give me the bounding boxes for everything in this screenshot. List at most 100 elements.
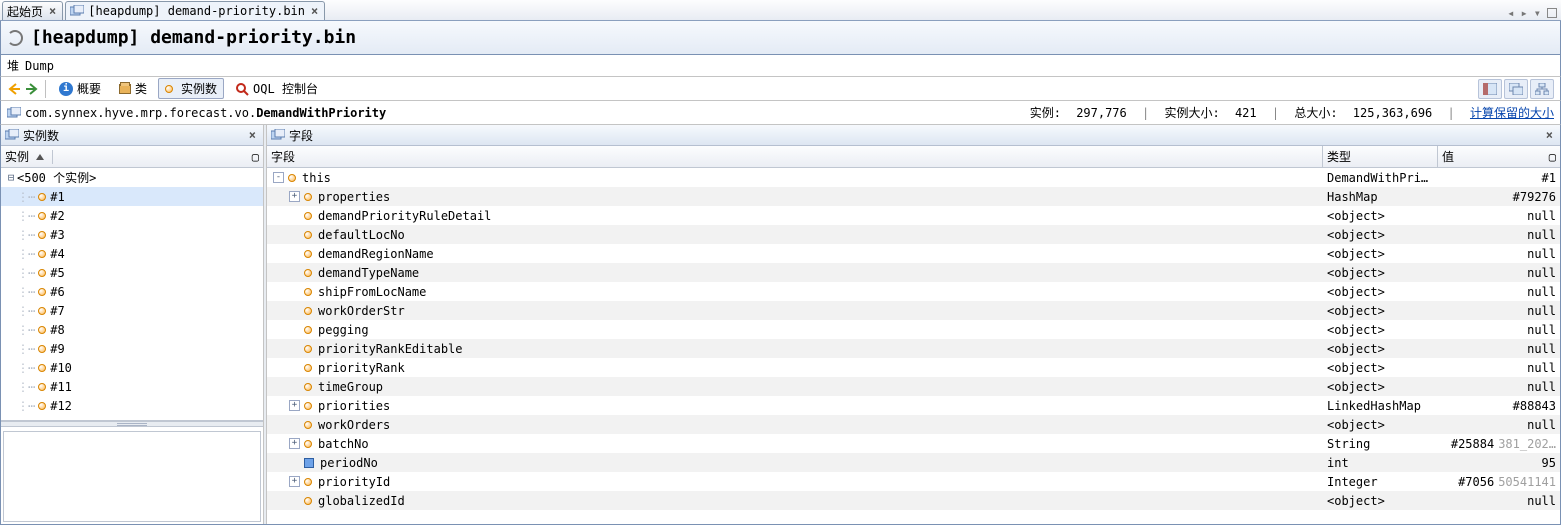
field-row[interactable]: +priorityIdInteger#705650541141 [267, 472, 1560, 491]
field-row[interactable]: shipFromLocName<object>null [267, 282, 1560, 301]
tab-max-icon[interactable] [1547, 8, 1557, 18]
instance-icon [38, 212, 46, 220]
tab-start-label: 起始页 [7, 3, 43, 20]
field-value: null [1438, 247, 1560, 261]
close-icon[interactable]: × [309, 4, 320, 18]
instance-label: #4 [50, 247, 64, 261]
field-row[interactable]: +propertiesHashMap#79276 [267, 187, 1560, 206]
separator: | [1272, 106, 1279, 120]
field-value: null [1438, 323, 1560, 337]
close-icon[interactable]: × [47, 4, 58, 18]
forward-icon[interactable] [25, 82, 39, 96]
instance-row[interactable]: ⋮⋯#9 [1, 339, 263, 358]
back-icon[interactable] [7, 82, 21, 96]
object-icon [304, 326, 312, 334]
field-name: workOrderStr [318, 304, 405, 318]
object-icon [304, 497, 312, 505]
class-name: DemandWithPriority [256, 106, 386, 120]
nav-classes[interactable]: 类 [112, 78, 154, 99]
instance-row[interactable]: ⋮⋯#6 [1, 282, 263, 301]
view-btn-3[interactable] [1530, 79, 1554, 99]
nav-instances[interactable]: 实例数 [158, 78, 224, 99]
horizontal-splitter[interactable] [1, 421, 263, 427]
column-menu-icon[interactable]: ▢ [252, 150, 259, 164]
panel-icon [271, 129, 283, 141]
expand-icon[interactable]: + [289, 191, 300, 202]
search-icon [235, 82, 249, 96]
tab-heapdump[interactable]: [heapdump] demand-priority.bin × [65, 1, 325, 20]
field-row[interactable]: priorityRankEditable<object>null [267, 339, 1560, 358]
field-name: pegging [318, 323, 369, 337]
instances-tree[interactable]: ⊟ <500 个实例> ⋮⋯#1⋮⋯#2⋮⋯#3⋮⋯#4⋮⋯#5⋮⋯#6⋮⋯#7… [1, 168, 263, 421]
instances-column-header[interactable]: 实例 ▢ [1, 146, 263, 168]
instance-row[interactable]: ⋮⋯#2 [1, 206, 263, 225]
field-type: <object> [1323, 342, 1438, 356]
heap-label[interactable]: 堆 [7, 57, 19, 74]
field-row[interactable]: demandRegionName<object>null [267, 244, 1560, 263]
tree-root-label: <500 个实例> [17, 169, 96, 186]
tab-start[interactable]: 起始页 × [2, 1, 63, 20]
field-type: <object> [1323, 380, 1438, 394]
view-btn-2[interactable] [1504, 79, 1528, 99]
class-icon [7, 107, 19, 119]
field-row[interactable]: workOrderStr<object>null [267, 301, 1560, 320]
field-name: defaultLocNo [318, 228, 405, 242]
instance-icon [165, 82, 177, 96]
nav-oql[interactable]: OQL 控制台 [228, 78, 325, 99]
col-head-field[interactable]: 字段 [267, 146, 1323, 167]
instance-row[interactable]: ⋮⋯#7 [1, 301, 263, 320]
field-row[interactable]: workOrders<object>null [267, 415, 1560, 434]
expand-icon[interactable]: + [289, 400, 300, 411]
field-row[interactable]: priorityRank<object>null [267, 358, 1560, 377]
field-name: properties [318, 190, 390, 204]
nav-summary[interactable]: i 概要 [52, 78, 108, 99]
instance-row[interactable]: ⋮⋯#10 [1, 358, 263, 377]
tab-next-icon[interactable]: ▸ [1518, 6, 1531, 20]
collapse-icon[interactable]: - [273, 172, 284, 183]
field-row[interactable]: -thisDemandWithPriority#1 [267, 168, 1560, 187]
field-row[interactable]: periodNoint95 [267, 453, 1560, 472]
field-row[interactable]: globalizedId<object>null [267, 491, 1560, 510]
field-type: <object> [1323, 247, 1438, 261]
tab-prev-icon[interactable]: ◂ [1504, 6, 1517, 20]
field-row[interactable]: demandPriorityRuleDetail<object>null [267, 206, 1560, 225]
collapse-icon[interactable]: ⊟ [5, 172, 17, 183]
expand-icon[interactable]: + [289, 476, 300, 487]
separator: | [1142, 106, 1149, 120]
instance-label: #9 [50, 342, 64, 356]
field-type: <object> [1323, 266, 1438, 280]
instance-icon [38, 364, 46, 372]
close-icon[interactable]: × [246, 128, 259, 142]
instance-row[interactable]: ⋮⋯#13 [1, 415, 263, 421]
field-row[interactable]: demandTypeName<object>null [267, 263, 1560, 282]
field-row[interactable]: defaultLocNo<object>null [267, 225, 1560, 244]
nav-summary-label: 概要 [77, 80, 101, 97]
tab-menu-icon[interactable]: ▾ [1531, 6, 1544, 20]
instance-row[interactable]: ⋮⋯#5 [1, 263, 263, 282]
fields-table-body[interactable]: -thisDemandWithPriority#1+propertiesHash… [267, 168, 1560, 524]
field-row[interactable]: timeGroup<object>null [267, 377, 1560, 396]
col-head-value[interactable]: 值 ▢ [1438, 146, 1560, 167]
instance-label: #1 [50, 190, 64, 204]
field-value: null [1438, 228, 1560, 242]
expand-icon[interactable]: + [289, 438, 300, 449]
view-btn-1[interactable] [1478, 79, 1502, 99]
col-head-type[interactable]: 类型 [1323, 146, 1438, 167]
field-row[interactable]: +batchNoString#25884381_202… [267, 434, 1560, 453]
field-row[interactable]: +prioritiesLinkedHashMap#88843 [267, 396, 1560, 415]
instance-row[interactable]: ⋮⋯#1 [1, 187, 263, 206]
instance-row[interactable]: ⋮⋯#3 [1, 225, 263, 244]
field-row[interactable]: pegging<object>null [267, 320, 1560, 339]
column-menu-icon[interactable]: ▢ [1549, 150, 1556, 164]
instance-row[interactable]: ⋮⋯#11 [1, 377, 263, 396]
nav-classes-label: 类 [135, 80, 147, 97]
retained-link[interactable]: 计算保留的大小 [1470, 104, 1554, 121]
refresh-icon[interactable] [7, 30, 23, 46]
close-icon[interactable]: × [1543, 128, 1556, 142]
instance-row[interactable]: ⋮⋯#12 [1, 396, 263, 415]
instances-panel: 实例数 × 实例 ▢ ⊟ <500 个实例> ⋮⋯#1⋮⋯#2⋮⋯#3⋮⋯#4⋮… [1, 125, 263, 524]
dump-label[interactable]: Dump [25, 59, 54, 73]
instance-row[interactable]: ⋮⋯#8 [1, 320, 263, 339]
instances-column-label: 实例 [5, 148, 29, 165]
instance-row[interactable]: ⋮⋯#4 [1, 244, 263, 263]
